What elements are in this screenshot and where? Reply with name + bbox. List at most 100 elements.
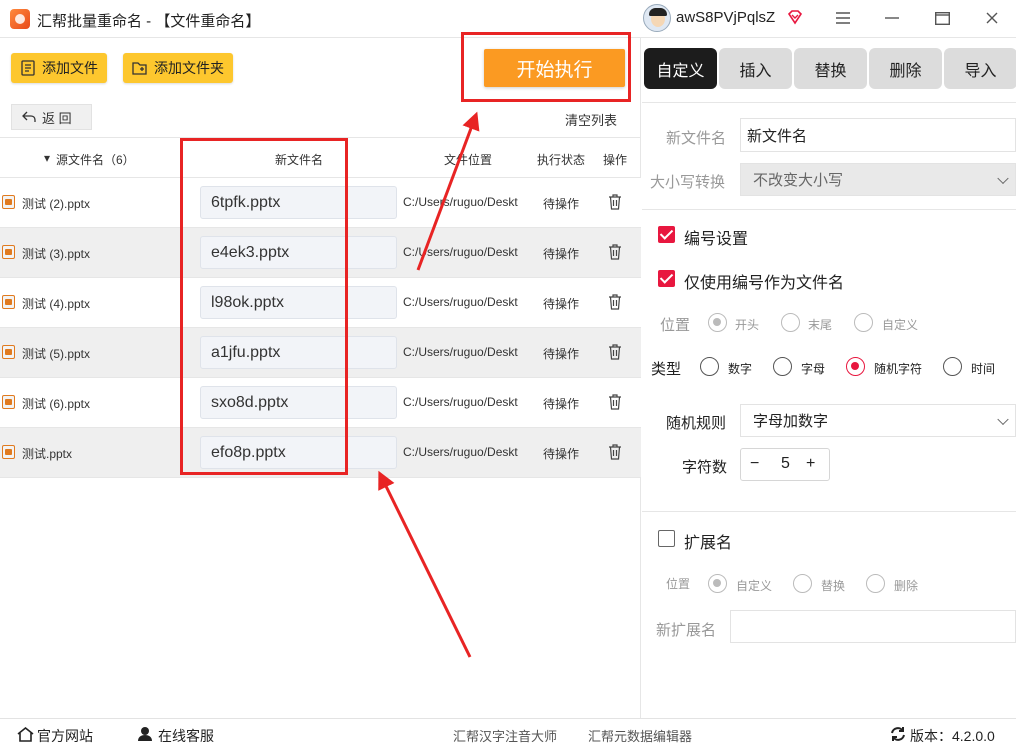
tool-link-metadata[interactable]: 汇帮元数据编辑器 [588, 726, 692, 745]
tab-custom[interactable]: 自定义 [644, 48, 717, 89]
type-number-radio[interactable] [700, 357, 719, 376]
numbering-checkbox[interactable] [658, 226, 675, 243]
random-rule-select[interactable]: 字母加数字 [740, 404, 1016, 437]
add-folder-icon [132, 62, 147, 75]
file-location: C:/Users/ruguo/Deskt [403, 245, 518, 259]
header-source[interactable]: 源文件名（6） [56, 151, 135, 168]
file-location: C:/Users/ruguo/Deskt [403, 295, 518, 309]
support-link[interactable]: 在线客服 [158, 726, 214, 746]
add-file-label: 添加文件 [42, 60, 98, 76]
add-file-icon [21, 60, 35, 76]
status-text: 待操作 [543, 297, 580, 311]
file-location: C:/Users/ruguo/Deskt [403, 395, 518, 409]
case-select-value: 不改变大小写 [753, 172, 844, 189]
delete-trash-icon[interactable] [608, 394, 622, 410]
source-filename: 测试 (4).pptx [22, 297, 91, 311]
status-text: 待操作 [543, 247, 580, 261]
char-count-stepper[interactable]: − 5 + [740, 448, 830, 481]
support-icon [138, 727, 152, 741]
new-ext-input[interactable] [730, 610, 1016, 643]
position-end-radio[interactable] [781, 313, 800, 332]
file-location: C:/Users/ruguo/Deskt [403, 345, 518, 359]
status-bar: 官方网站 在线客服 汇帮汉字注音大师 汇帮元数据编辑器 版本：4.2.0.0 [0, 718, 1016, 747]
tab-import[interactable]: 导入 [944, 48, 1016, 89]
header-location: 文件位置 [444, 153, 493, 167]
back-button[interactable]: 返 回 [11, 104, 92, 130]
status-text: 待操作 [543, 197, 580, 211]
position-custom-radio[interactable] [854, 313, 873, 332]
ext-replace-radio[interactable] [793, 574, 812, 593]
file-location: C:/Users/ruguo/Deskt [403, 445, 518, 459]
refresh-icon [891, 727, 905, 741]
add-folder-button[interactable]: 添加文件夹 [123, 53, 233, 83]
vip-diamond-icon[interactable] [787, 9, 803, 25]
website-link[interactable]: 官方网站 [37, 726, 93, 746]
ext-delete-label: 删除 [894, 579, 919, 593]
new-name-label: 新文件名 [666, 130, 727, 147]
case-select[interactable]: 不改变大小写 [740, 163, 1016, 196]
settings-panel: 自定义 插入 替换 删除 导入 新文件名 新文件名 大小写转换 不改变大小写 编… [642, 38, 1016, 718]
file-list-panel: 添加文件 添加文件夹 开始执行 返 回 清空列表 ▾ 源文件名（6） 新文件名 … [0, 32, 641, 718]
avatar-hair [649, 8, 667, 16]
number-only-checkbox[interactable] [658, 270, 675, 287]
status-text: 待操作 [543, 447, 580, 461]
delete-trash-icon[interactable] [608, 244, 622, 260]
ext-delete-radio[interactable] [866, 574, 885, 593]
maximize-icon[interactable] [930, 7, 954, 29]
username[interactable]: awS8PVjPqlsZ [676, 9, 775, 26]
delete-trash-icon[interactable] [608, 194, 622, 210]
back-arrow-icon [22, 111, 36, 122]
tab-insert[interactable]: 插入 [719, 48, 792, 89]
minimize-icon[interactable] [880, 7, 904, 29]
tab-replace[interactable]: 替换 [794, 48, 867, 89]
menu-icon[interactable] [831, 7, 855, 29]
close-icon[interactable] [980, 7, 1004, 29]
delete-trash-icon[interactable] [608, 294, 622, 310]
tab-delete[interactable]: 删除 [869, 48, 942, 89]
source-filename: 测试.pptx [22, 447, 73, 461]
clear-list-button[interactable]: 清空列表 [565, 110, 617, 129]
source-filename: 测试 (5).pptx [22, 347, 91, 361]
new-name-input[interactable]: 新文件名 [740, 118, 1016, 152]
position-start-radio[interactable] [708, 313, 727, 332]
position-custom-label: 自定义 [882, 318, 919, 332]
extension-checkbox[interactable] [658, 530, 675, 547]
chevron-down-icon [997, 413, 1009, 425]
pptx-file-icon [2, 245, 15, 259]
header-action: 操作 [603, 153, 628, 167]
type-label: 类型 [651, 361, 682, 378]
ext-custom-radio[interactable] [708, 574, 727, 593]
ext-position-label: 位置 [666, 577, 691, 591]
pptx-file-icon [2, 395, 15, 409]
random-rule-label: 随机规则 [666, 415, 727, 432]
position-start-label: 开头 [735, 318, 760, 332]
divider [642, 511, 1016, 512]
delete-trash-icon[interactable] [608, 444, 622, 460]
delete-trash-icon[interactable] [608, 344, 622, 360]
tool-link-pinyin[interactable]: 汇帮汉字注音大师 [453, 726, 557, 745]
chevron-down-icon [997, 172, 1009, 184]
ext-replace-label: 替换 [821, 579, 846, 593]
add-file-button[interactable]: 添加文件 [11, 53, 107, 83]
decrement-button[interactable]: − [750, 455, 759, 473]
increment-button[interactable]: + [806, 455, 815, 473]
divider [642, 209, 1016, 210]
type-time-radio[interactable] [943, 357, 962, 376]
home-icon [17, 727, 34, 742]
pptx-file-icon [2, 445, 15, 459]
type-letter-label: 字母 [801, 362, 826, 376]
user-avatar[interactable] [643, 4, 671, 32]
extension-label: 扩展名 [684, 535, 733, 552]
header-status: 执行状态 [537, 153, 586, 167]
status-text: 待操作 [543, 347, 580, 361]
app-logo-icon [10, 9, 30, 29]
new-ext-label: 新扩展名 [656, 622, 717, 639]
pptx-file-icon [2, 345, 15, 359]
add-folder-label: 添加文件夹 [154, 60, 224, 76]
divider [642, 102, 1016, 103]
type-random-radio[interactable] [846, 357, 865, 376]
type-letter-radio[interactable] [773, 357, 792, 376]
sort-caret-icon[interactable]: ▾ [44, 151, 50, 165]
char-count-label: 字符数 [682, 459, 728, 476]
char-count-value[interactable]: 5 [781, 455, 790, 473]
